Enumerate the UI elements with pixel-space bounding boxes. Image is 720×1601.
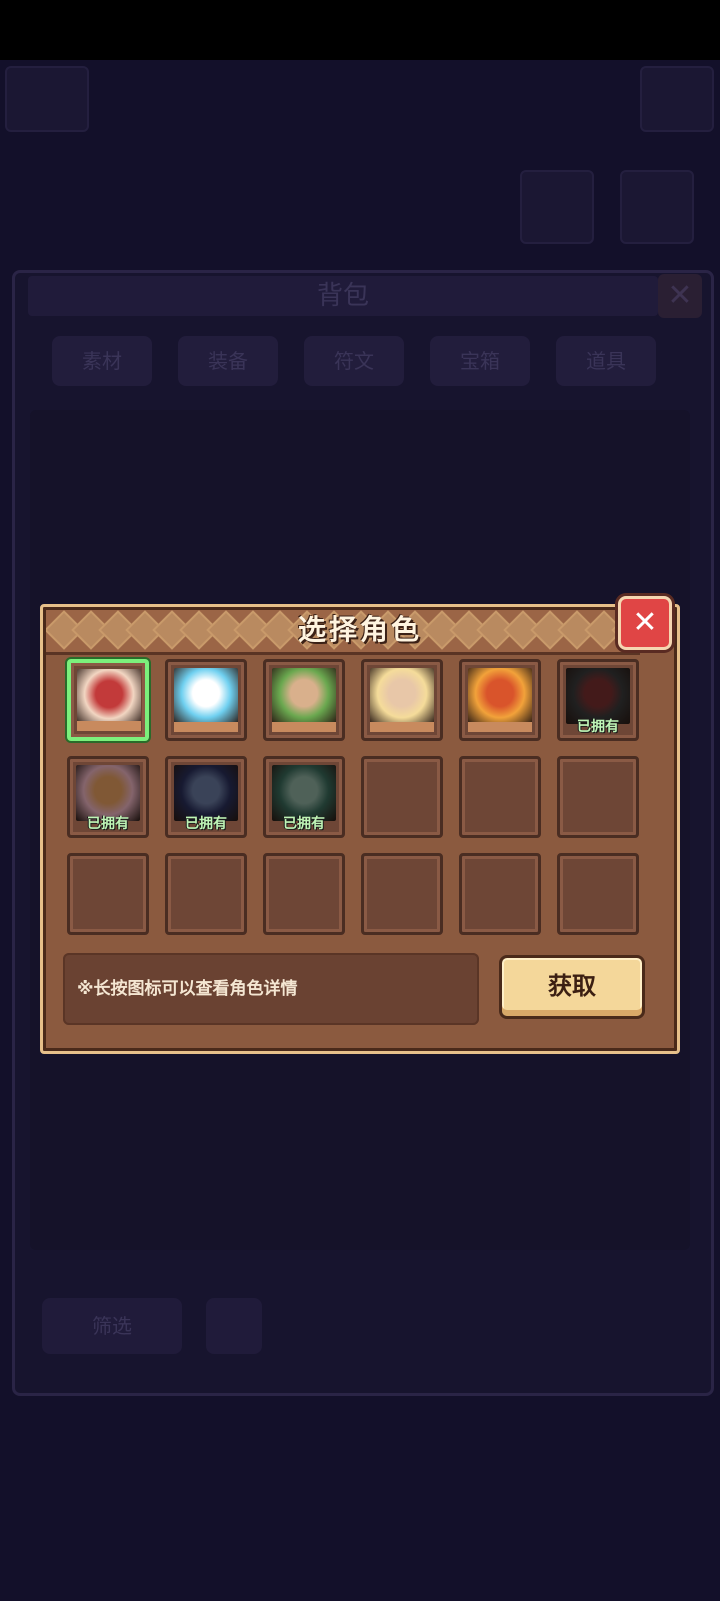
empty-slot <box>361 853 443 935</box>
filter-button[interactable]: 筛选 <box>42 1298 182 1354</box>
empty-slot <box>361 756 443 838</box>
owned-label: 已拥有 <box>577 719 619 735</box>
tab-materials[interactable]: 素材 <box>52 336 152 386</box>
close-icon[interactable]: ✕ <box>618 596 672 650</box>
portrait-base <box>468 722 532 732</box>
portrait-base <box>174 722 238 732</box>
character-portrait <box>468 668 532 724</box>
empty-slot <box>557 756 639 838</box>
hint-text: ※长按图标可以查看角色详情 <box>77 979 298 999</box>
character-slot[interactable]: 已拥有 <box>67 756 149 838</box>
character-portrait <box>370 668 434 724</box>
character-slot[interactable]: 已拥有 <box>557 659 639 741</box>
empty-slot <box>263 853 345 935</box>
character-portrait <box>77 669 141 725</box>
bg-player-panel <box>5 66 89 132</box>
character-portrait <box>174 668 238 724</box>
character-slot[interactable] <box>459 659 541 741</box>
empty-slot <box>165 853 247 935</box>
dialog-title: 选择角色 <box>297 613 422 646</box>
owned-label: 已拥有 <box>185 816 227 832</box>
bg-event-icon <box>620 170 694 244</box>
hint-box: ※长按图标可以查看角色详情 <box>63 953 479 1025</box>
status-bar <box>0 0 720 60</box>
get-button[interactable]: 获取 <box>499 955 645 1019</box>
character-slot[interactable]: 已拥有 <box>263 756 345 838</box>
backpack-title: 背包 <box>28 276 658 316</box>
tab-items[interactable]: 道具 <box>556 336 656 386</box>
character-slot[interactable] <box>263 659 345 741</box>
character-slot[interactable] <box>361 659 443 741</box>
tab-chests[interactable]: 宝箱 <box>430 336 530 386</box>
select-character-dialog: 选择角色 已拥有 已拥有 已拥有 已拥有 ※长按图标可以查看角色详情 获取 ✕ <box>40 596 680 1056</box>
owned-label: 已拥有 <box>283 816 325 832</box>
owned-label: 已拥有 <box>87 816 129 832</box>
sort-button[interactable] <box>206 1298 262 1354</box>
character-slot[interactable] <box>67 659 149 741</box>
character-slot[interactable] <box>165 659 247 741</box>
empty-slot <box>459 853 541 935</box>
empty-slot <box>459 756 541 838</box>
tab-runes[interactable]: 符文 <box>304 336 404 386</box>
character-slot[interactable]: 已拥有 <box>165 756 247 838</box>
tab-equipment[interactable]: 装备 <box>178 336 278 386</box>
bg-shop-icon <box>520 170 594 244</box>
dialog-frame: 选择角色 已拥有 已拥有 已拥有 已拥有 ※长按图标可以查看角色详情 获取 <box>40 604 680 1054</box>
bg-mail-icon <box>640 66 714 132</box>
portrait-base <box>272 722 336 732</box>
character-portrait <box>272 668 336 724</box>
portrait-base <box>77 721 141 731</box>
backpack-close-icon[interactable]: ✕ <box>658 274 702 318</box>
empty-slot <box>67 853 149 935</box>
empty-slot <box>557 853 639 935</box>
portrait-base <box>370 722 434 732</box>
